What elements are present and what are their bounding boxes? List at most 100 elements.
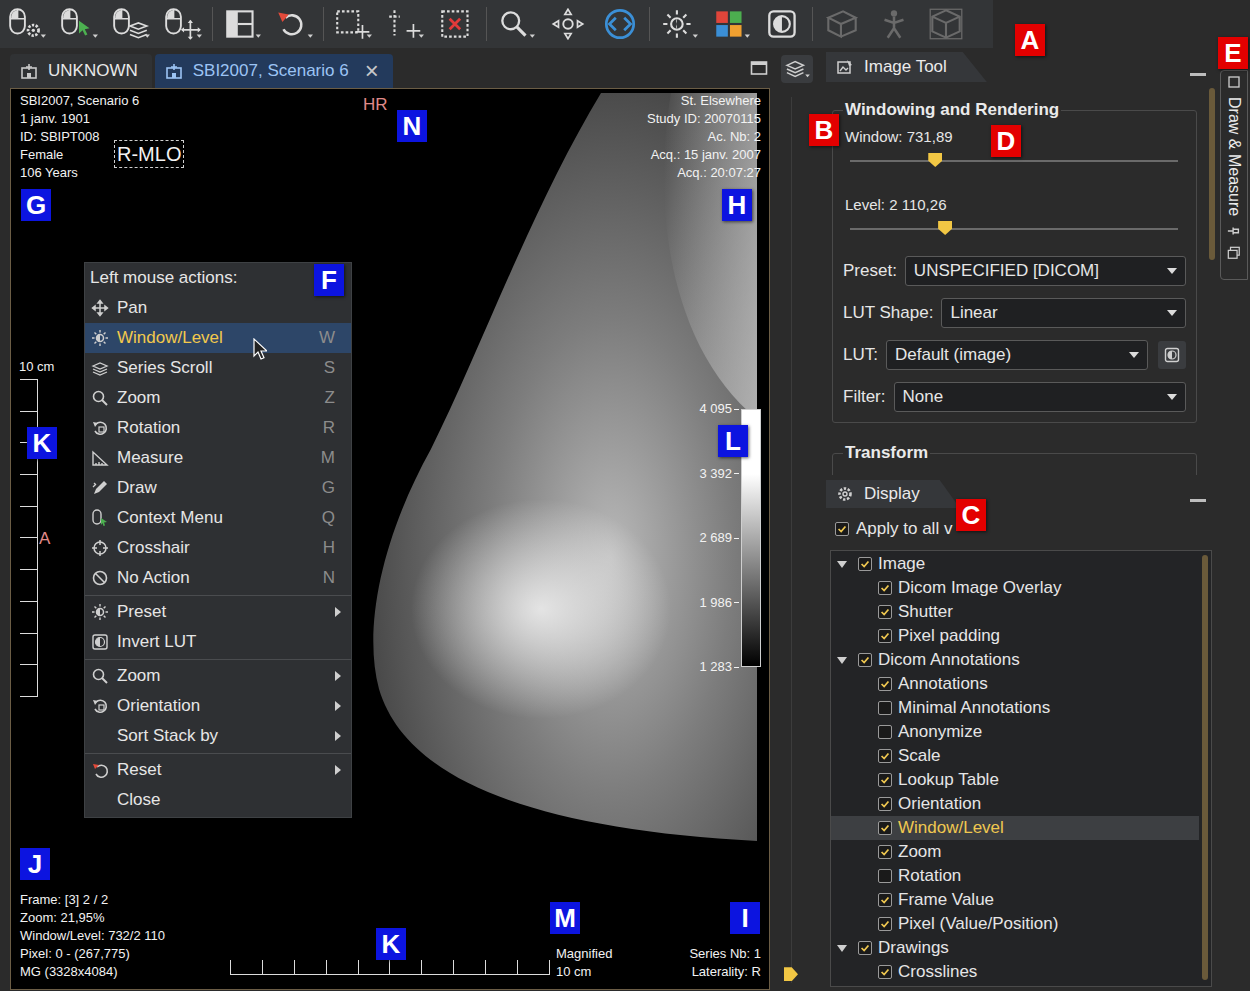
checkbox[interactable]	[858, 941, 872, 955]
mouse-move-button[interactable]	[160, 4, 206, 44]
checkbox[interactable]	[878, 773, 892, 787]
mpr-button[interactable]	[819, 4, 865, 44]
image-tool-tab[interactable]: Image Tool	[826, 52, 987, 82]
delete-selection-button[interactable]	[434, 4, 480, 44]
windows-icon[interactable]	[1227, 246, 1241, 260]
invert-lut-button[interactable]	[1158, 341, 1186, 369]
slider-thumb[interactable]	[938, 221, 952, 235]
menu-item[interactable]: No ActionN	[85, 563, 351, 593]
checkbox[interactable]	[878, 917, 892, 931]
series-slider[interactable]	[780, 97, 804, 983]
tree-row[interactable]: Zoom	[831, 840, 1199, 864]
contrast-button[interactable]	[760, 4, 806, 44]
menu-item[interactable]: DrawG	[85, 473, 351, 503]
expand-arrow-icon[interactable]	[837, 657, 847, 664]
skeleton-button[interactable]	[871, 4, 917, 44]
mouse-gear-button[interactable]	[4, 4, 50, 44]
tree-row[interactable]: Anonymize	[831, 720, 1199, 744]
checkbox[interactable]	[878, 893, 892, 907]
expand-arrow-icon[interactable]	[837, 945, 847, 952]
layers-button[interactable]	[781, 55, 813, 83]
checkbox[interactable]	[858, 653, 872, 667]
slider[interactable]	[850, 214, 1178, 244]
menu-item[interactable]: MeasureM	[85, 443, 351, 473]
checkbox[interactable]	[878, 725, 892, 739]
tree-row[interactable]: Dicom Image Overlay	[831, 576, 1199, 600]
checkbox[interactable]	[878, 821, 892, 835]
menu-item[interactable]: Sort Stack by	[85, 721, 351, 751]
scrollbar[interactable]	[1199, 551, 1211, 986]
tree-row[interactable]: Orientation	[831, 792, 1199, 816]
tree-row[interactable]: Dicom Annotations	[831, 648, 1199, 672]
minimize-button[interactable]	[1190, 499, 1206, 502]
draw-measure-tab[interactable]: Draw & Measure	[1220, 70, 1248, 280]
color-squares-button[interactable]	[708, 4, 754, 44]
checkbox[interactable]	[878, 581, 892, 595]
scrollbar[interactable]	[1206, 82, 1218, 475]
menu-item[interactable]: ZoomZ	[85, 383, 351, 413]
checkbox[interactable]	[858, 557, 872, 571]
checkbox[interactable]	[878, 749, 892, 763]
pin-icon[interactable]	[1227, 224, 1241, 238]
dotted-cursor-button[interactable]	[382, 4, 428, 44]
minimize-button[interactable]	[1190, 73, 1206, 76]
tree-row[interactable]: Lookup Table	[831, 768, 1199, 792]
menu-item[interactable]: Preset	[85, 597, 351, 627]
tree-row[interactable]: Drawings	[831, 936, 1199, 960]
checkbox[interactable]	[878, 869, 892, 883]
checkbox[interactable]	[878, 701, 892, 715]
tree-row[interactable]: Window/Level	[831, 816, 1199, 840]
apply-all-checkbox[interactable]: Apply to all v	[835, 518, 1218, 540]
checkbox[interactable]	[878, 629, 892, 643]
menu-item[interactable]: Zoom	[85, 661, 351, 691]
menu-item[interactable]: Series ScrollS	[85, 353, 351, 383]
undo-button[interactable]	[271, 4, 317, 44]
mouse-layers-button[interactable]	[108, 4, 154, 44]
dropdown[interactable]: Default (image)	[886, 340, 1148, 370]
slider-thumb[interactable]	[928, 153, 942, 167]
select-region-button[interactable]	[330, 4, 376, 44]
magnifier-button[interactable]	[493, 4, 539, 44]
display-tab[interactable]: Display	[826, 480, 960, 508]
checkbox[interactable]	[878, 797, 892, 811]
slider-thumb[interactable]	[784, 967, 798, 981]
tree-row[interactable]: Pixel (Value/Position)	[831, 912, 1199, 936]
menu-item[interactable]: Window/LevelW	[85, 323, 351, 353]
tree-row[interactable]: Image	[831, 552, 1199, 576]
checkbox[interactable]	[878, 965, 892, 979]
tree-row[interactable]: Rotation	[831, 864, 1199, 888]
menu-item[interactable]: Orientation	[85, 691, 351, 721]
layout-button[interactable]	[219, 4, 265, 44]
checkbox[interactable]	[878, 845, 892, 859]
compass-button[interactable]	[545, 4, 591, 44]
expand-arrow-icon[interactable]	[837, 561, 847, 568]
viewer-tab[interactable]: SBI2007, Scenario 6×	[155, 54, 393, 88]
cube-button[interactable]	[923, 4, 969, 44]
viewer-tab[interactable]: UNKNOWN	[10, 54, 152, 88]
tree-row[interactable]: Scale	[831, 744, 1199, 768]
checkbox[interactable]	[878, 605, 892, 619]
dropdown[interactable]: UNSPECIFIED [DICOM]	[905, 256, 1186, 286]
maximize-icon[interactable]	[750, 60, 768, 76]
tree-row[interactable]: Shutter	[831, 600, 1199, 624]
dropdown[interactable]: None	[894, 382, 1187, 412]
mouse-arrow-button[interactable]	[56, 4, 102, 44]
tree-row[interactable]: Annotations	[831, 672, 1199, 696]
menu-item[interactable]: Invert LUT	[85, 627, 351, 657]
tree-row[interactable]: Frame Value	[831, 888, 1199, 912]
dropdown[interactable]: Linear	[941, 298, 1186, 328]
checkbox[interactable]	[835, 522, 849, 536]
tree-row[interactable]: Minimal Annotations	[831, 696, 1199, 720]
sync-button[interactable]	[597, 4, 643, 44]
menu-item[interactable]: Pan	[85, 293, 351, 323]
tree-row[interactable]: Crosslines	[831, 960, 1199, 984]
checkbox[interactable]	[878, 677, 892, 691]
menu-item[interactable]: CrosshairH	[85, 533, 351, 563]
tree-row[interactable]: Pixel padding	[831, 624, 1199, 648]
brightness-button[interactable]	[656, 4, 702, 44]
scrollbar-thumb[interactable]	[1202, 555, 1208, 980]
menu-item[interactable]: Close	[85, 785, 351, 815]
tab-close-button[interactable]: ×	[365, 59, 379, 83]
menu-item[interactable]: Context MenuQ	[85, 503, 351, 533]
menu-item[interactable]: Reset	[85, 755, 351, 785]
